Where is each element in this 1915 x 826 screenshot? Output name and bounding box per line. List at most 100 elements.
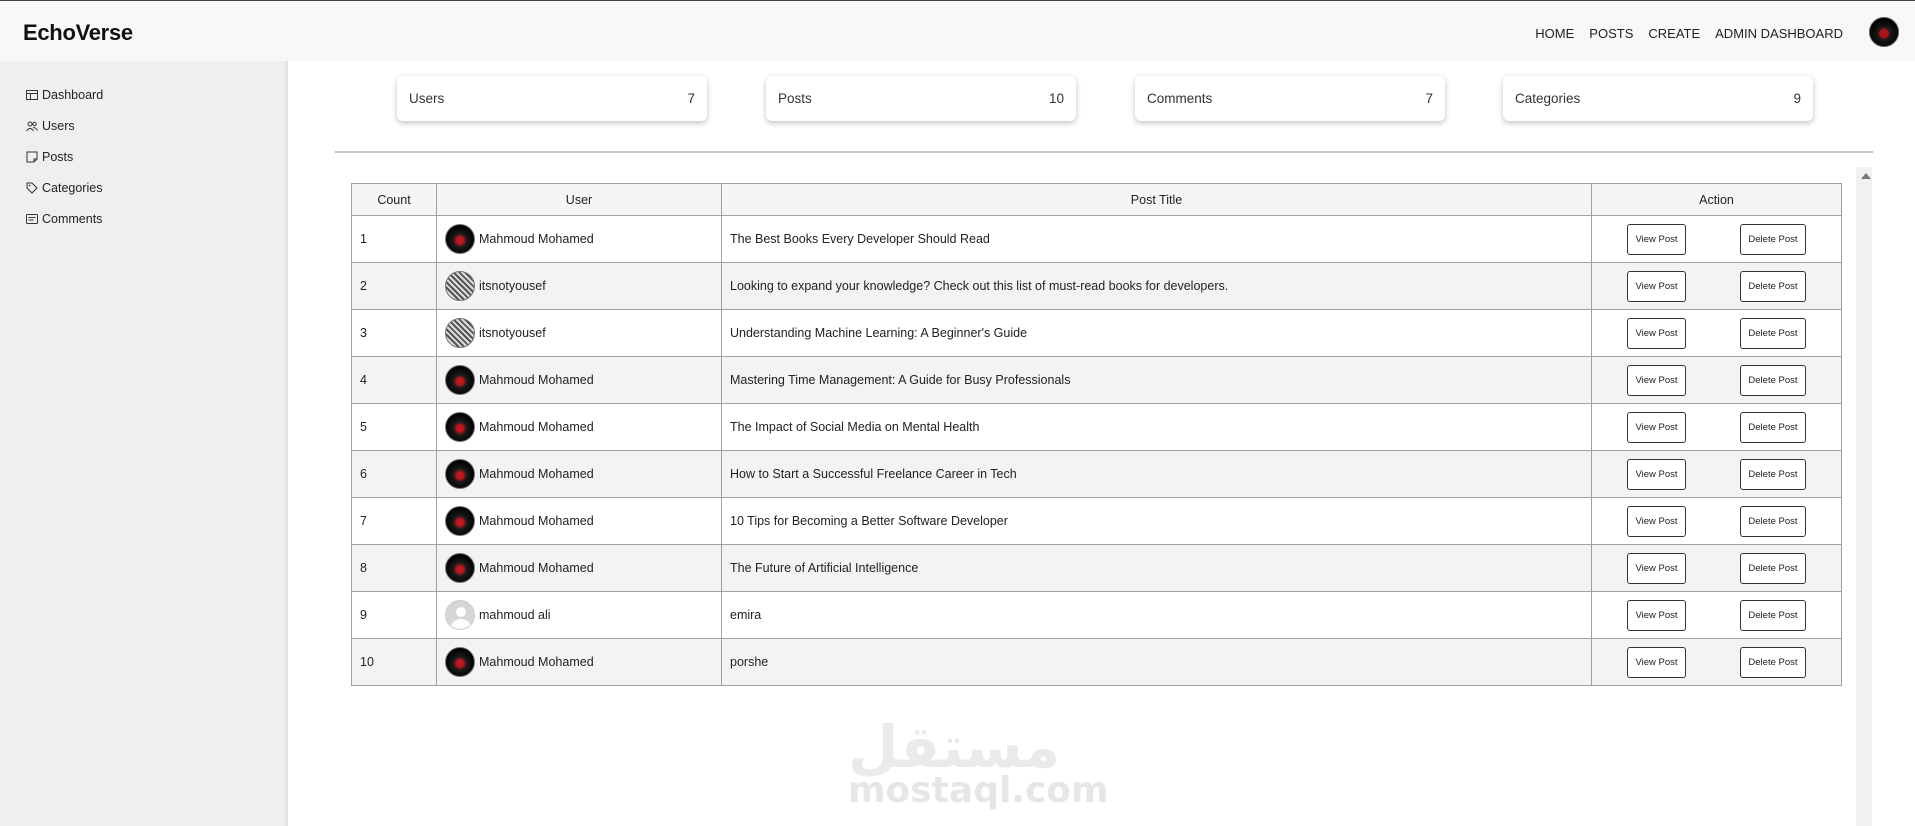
user-avatar[interactable]: [445, 459, 475, 489]
table-row: 5 Mahmoud Mohamed The Impact of Social Med…: [351, 403, 1842, 451]
view-post-button[interactable]: View Post: [1627, 411, 1686, 443]
table-row: 7 Mahmoud Mohamed 10 Tips for Becoming a B…: [351, 497, 1842, 545]
profile-avatar[interactable]: [1869, 17, 1899, 47]
table-row: 8 Mahmoud Mohamed The Future of Artificial…: [351, 544, 1842, 592]
user-name[interactable]: mahmoud ali: [479, 608, 551, 622]
delete-post-button[interactable]: Delete Post: [1740, 223, 1806, 255]
user-name[interactable]: itsnotyousef: [479, 326, 546, 340]
delete-post-button[interactable]: Delete Post: [1740, 270, 1806, 302]
posts-table: Count User Post Title Action 1 Mahmoud Mo…: [351, 183, 1842, 686]
row-user-cell: Mahmoud Mohamed: [436, 356, 722, 404]
user-name[interactable]: Mahmoud Mohamed: [479, 420, 594, 434]
sidebar-item-comments[interactable]: Comments: [26, 212, 102, 226]
delete-post-button[interactable]: Delete Post: [1740, 411, 1806, 443]
note-icon: [26, 151, 38, 163]
column-header-action: Action: [1591, 183, 1842, 216]
sidebar-item-posts[interactable]: Posts: [26, 150, 73, 164]
view-post-button[interactable]: View Post: [1627, 599, 1686, 631]
sidebar-item-label: Categories: [42, 181, 103, 195]
stat-value: 7: [687, 91, 695, 106]
user-name[interactable]: itsnotyousef: [479, 279, 546, 293]
row-action-cell: View Post Delete Post: [1591, 544, 1842, 592]
row-count: 1: [351, 215, 437, 263]
row-post-title: emira: [721, 591, 1592, 639]
nav-home-link[interactable]: HOME: [1535, 26, 1574, 41]
row-user-cell: Mahmoud Mohamed: [436, 497, 722, 545]
user-name[interactable]: Mahmoud Mohamed: [479, 232, 594, 246]
user-name[interactable]: Mahmoud Mohamed: [479, 655, 594, 669]
sidebar-item-categories[interactable]: Categories: [26, 181, 102, 195]
sidebar-item-dashboard[interactable]: Dashboard: [26, 88, 103, 102]
view-post-button[interactable]: View Post: [1627, 223, 1686, 255]
delete-post-button[interactable]: Delete Post: [1740, 552, 1806, 584]
user-avatar[interactable]: [445, 224, 475, 254]
delete-post-button[interactable]: Delete Post: [1740, 364, 1806, 396]
table-row: 1 Mahmoud Mohamed The Best Books Every Dev…: [351, 215, 1842, 263]
row-post-title: The Future of Artificial Intelligence: [721, 544, 1592, 592]
user-avatar[interactable]: [445, 318, 475, 348]
view-post-button[interactable]: View Post: [1627, 317, 1686, 349]
stat-card-comments[interactable]: Comments 7: [1135, 76, 1445, 121]
user-name[interactable]: Mahmoud Mohamed: [479, 373, 594, 387]
user-name[interactable]: Mahmoud Mohamed: [479, 514, 594, 528]
row-action-cell: View Post Delete Post: [1591, 497, 1842, 545]
nav-posts-link[interactable]: POSTS: [1589, 26, 1633, 41]
view-post-button[interactable]: View Post: [1627, 458, 1686, 490]
user-avatar[interactable]: [445, 506, 475, 536]
user-avatar[interactable]: [445, 412, 475, 442]
row-post-title: Looking to expand your knowledge? Check …: [721, 262, 1592, 310]
view-post-button[interactable]: View Post: [1627, 505, 1686, 537]
delete-post-button[interactable]: Delete Post: [1740, 458, 1806, 490]
nav-create-link[interactable]: CREATE: [1648, 26, 1700, 41]
row-post-title: The Best Books Every Developer Should Re…: [721, 215, 1592, 263]
table-row: 6 Mahmoud Mohamed How to Start a Successfu…: [351, 450, 1842, 498]
scroll-up-arrow-icon[interactable]: [1861, 173, 1871, 179]
view-post-button[interactable]: View Post: [1627, 552, 1686, 584]
row-user-cell: Mahmoud Mohamed: [436, 544, 722, 592]
row-action-cell: View Post Delete Post: [1591, 403, 1842, 451]
row-count: 10: [351, 638, 437, 686]
view-post-button[interactable]: View Post: [1627, 270, 1686, 302]
view-post-button[interactable]: View Post: [1627, 364, 1686, 396]
scrollbar[interactable]: [1856, 167, 1872, 826]
watermark-latin: mostaql.com: [848, 770, 1109, 811]
stat-card-posts[interactable]: Posts 10: [766, 76, 1076, 121]
table-row: 9 mahmoud ali emira View Post Delete Post: [351, 591, 1842, 639]
row-action-cell: View Post Delete Post: [1591, 638, 1842, 686]
sidebar-item-label: Comments: [42, 212, 103, 226]
comment-icon: [26, 214, 38, 224]
row-count: 4: [351, 356, 437, 404]
stat-card-categories[interactable]: Categories 9: [1503, 76, 1813, 121]
view-post-button[interactable]: View Post: [1627, 646, 1686, 678]
stat-value: 9: [1793, 91, 1801, 106]
row-action-cell: View Post Delete Post: [1591, 591, 1842, 639]
user-name[interactable]: Mahmoud Mohamed: [479, 561, 594, 575]
brand-logo[interactable]: EchoVerse: [23, 20, 133, 46]
user-name[interactable]: Mahmoud Mohamed: [479, 467, 594, 481]
stat-label: Users: [409, 91, 445, 106]
row-count: 9: [351, 591, 437, 639]
stat-card-users[interactable]: Users 7: [397, 76, 707, 121]
sidebar-item-label: Dashboard: [42, 88, 104, 102]
delete-post-button[interactable]: Delete Post: [1740, 599, 1806, 631]
users-icon: [26, 121, 38, 132]
user-avatar[interactable]: [445, 647, 475, 677]
row-count: 6: [351, 450, 437, 498]
user-avatar[interactable]: [445, 600, 475, 630]
row-count: 7: [351, 497, 437, 545]
row-user-cell: Mahmoud Mohamed: [436, 403, 722, 451]
row-post-title: Mastering Time Management: A Guide for B…: [721, 356, 1592, 404]
row-user-cell: itsnotyousef: [436, 309, 722, 357]
row-action-cell: View Post Delete Post: [1591, 215, 1842, 263]
nav-admin-dashboard-link[interactable]: ADMIN DASHBOARD: [1715, 26, 1843, 41]
user-avatar[interactable]: [445, 271, 475, 301]
delete-post-button[interactable]: Delete Post: [1740, 646, 1806, 678]
table-icon: [26, 90, 38, 100]
user-avatar[interactable]: [445, 365, 475, 395]
delete-post-button[interactable]: Delete Post: [1740, 505, 1806, 537]
row-post-title: Understanding Machine Learning: A Beginn…: [721, 309, 1592, 357]
delete-post-button[interactable]: Delete Post: [1740, 317, 1806, 349]
user-avatar[interactable]: [445, 553, 475, 583]
sidebar-item-users[interactable]: Users: [26, 119, 75, 133]
stat-label: Categories: [1515, 91, 1581, 106]
